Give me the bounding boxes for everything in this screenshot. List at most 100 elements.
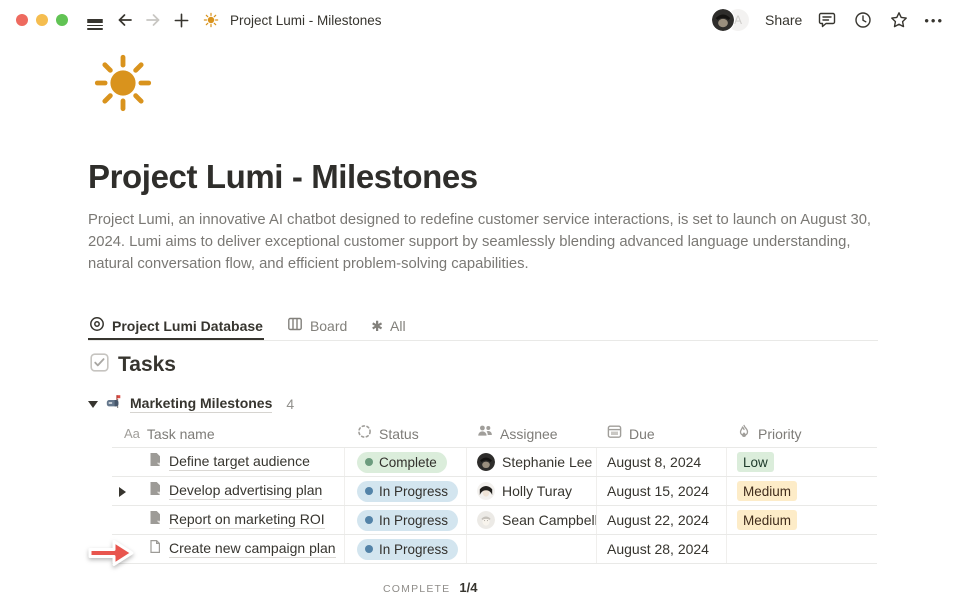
due-cell[interactable]: August 15, 2024	[597, 477, 727, 505]
view-tabs: Project Lumi Database Board ✱ All	[88, 311, 878, 341]
column-due[interactable]: Due	[597, 420, 727, 447]
task-cell[interactable]: Develop advertising plan	[112, 477, 345, 505]
priority-tag[interactable]: Low	[737, 452, 774, 472]
zoom-window-button[interactable]	[56, 14, 68, 26]
collaborator-avatars[interactable]: A	[711, 8, 751, 32]
share-button[interactable]: Share	[765, 12, 802, 28]
forward-icon[interactable]	[142, 9, 164, 31]
priority-tag[interactable]: Medium	[737, 510, 797, 530]
status-cell[interactable]: In Progress	[345, 535, 467, 563]
favorite-star-icon[interactable]	[888, 9, 910, 31]
tab-label: Board	[310, 318, 347, 334]
status-dot-icon	[365, 487, 373, 495]
table-body: Define target audience Complete Stephani…	[112, 448, 877, 564]
assignee-cell-empty[interactable]	[467, 535, 597, 563]
column-priority[interactable]: Priority	[727, 420, 877, 447]
priority-cell[interactable]: Medium	[727, 477, 877, 505]
tab-project-lumi-database[interactable]: Project Lumi Database	[88, 311, 264, 340]
column-task-name[interactable]: Aa Task name	[112, 420, 345, 447]
history-clock-icon[interactable]	[852, 9, 874, 31]
tasks-table: Aa Task name Status Assignee Due	[112, 420, 877, 564]
calendar-icon	[607, 424, 622, 444]
status-dot-icon	[365, 516, 373, 524]
table-header-row: Aa Task name Status Assignee Due	[112, 420, 877, 448]
minimize-window-button[interactable]	[36, 14, 48, 26]
due-cell[interactable]: August 22, 2024	[597, 506, 727, 534]
priority-cell-empty[interactable]	[727, 535, 877, 563]
page-filled-icon	[148, 481, 162, 501]
back-icon[interactable]	[114, 9, 136, 31]
assignee-cell[interactable]: Sean Campbell	[467, 506, 597, 534]
status-label: In Progress	[379, 484, 448, 499]
assignee-name: Holly Turay	[502, 483, 572, 499]
avatar	[477, 482, 495, 500]
task-title[interactable]: Define target audience	[169, 453, 310, 471]
comments-icon[interactable]	[816, 9, 838, 31]
task-title[interactable]: Develop advertising plan	[169, 482, 322, 500]
task-cell[interactable]: Define target audience	[112, 448, 345, 476]
table-row[interactable]: Create new campaign plan In Progress Aug…	[112, 535, 877, 564]
titlebar: Project Lumi - Milestones A Share •••	[0, 0, 960, 40]
group-row-marketing-milestones: Marketing Milestones 4	[88, 394, 294, 414]
collapse-triangle-icon[interactable]	[88, 401, 98, 408]
footer-label: COMPLETE	[383, 583, 450, 595]
due-date: August 28, 2024	[607, 541, 709, 557]
task-cell[interactable]: Report on marketing ROI	[112, 506, 345, 534]
task-title[interactable]: Report on marketing ROI	[169, 511, 325, 529]
people-icon	[477, 423, 493, 444]
table-footer-calculation[interactable]: COMPLETE 1/4	[383, 580, 477, 595]
table-row[interactable]: Define target audience Complete Stephani…	[112, 448, 877, 477]
task-cell[interactable]: Create new campaign plan	[112, 535, 345, 563]
status-badge[interactable]: In Progress	[357, 539, 458, 560]
avatar	[477, 453, 495, 471]
status-badge[interactable]: Complete	[357, 452, 447, 473]
table-row[interactable]: Develop advertising plan In Progress Hol…	[112, 477, 877, 506]
breadcrumb[interactable]: Project Lumi - Milestones	[230, 13, 382, 28]
column-status[interactable]: Status	[345, 420, 467, 447]
due-cell[interactable]: August 28, 2024	[597, 535, 727, 563]
column-assignee[interactable]: Assignee	[467, 420, 597, 447]
board-columns-icon	[287, 316, 303, 335]
status-dot-icon	[365, 458, 373, 466]
column-label: Assignee	[500, 426, 558, 442]
table-row[interactable]: Report on marketing ROI In Progress Sean…	[112, 506, 877, 535]
due-date: August 15, 2024	[607, 483, 709, 499]
new-page-icon[interactable]	[170, 9, 192, 31]
column-label: Priority	[758, 426, 802, 442]
status-cell[interactable]: In Progress	[345, 506, 467, 534]
due-cell[interactable]: August 8, 2024	[597, 448, 727, 476]
due-date: August 8, 2024	[607, 454, 701, 470]
more-options-icon[interactable]: •••	[924, 13, 944, 28]
avatar	[711, 8, 735, 32]
tab-board[interactable]: Board	[286, 311, 348, 340]
sidebar-toggle-icon[interactable]	[84, 9, 106, 31]
page-outline-icon	[148, 539, 162, 559]
assignee-name: Stephanie Lee	[502, 454, 592, 470]
assignee-cell[interactable]: Holly Turay	[467, 477, 597, 505]
group-name[interactable]: Marketing Milestones	[130, 395, 272, 413]
priority-tag[interactable]: Medium	[737, 481, 797, 501]
footer-value: 1/4	[459, 580, 477, 595]
notion-window: Project Lumi - Milestones A Share •••	[0, 0, 960, 600]
group-count: 4	[286, 396, 294, 412]
assignee-cell[interactable]: Stephanie Lee	[467, 448, 597, 476]
status-badge[interactable]: In Progress	[357, 510, 458, 531]
expand-triangle-icon[interactable]	[119, 487, 126, 497]
priority-cell[interactable]: Medium	[727, 506, 877, 534]
status-cell[interactable]: In Progress	[345, 477, 467, 505]
priority-cell[interactable]: Low	[727, 448, 877, 476]
status-dot-icon	[365, 545, 373, 553]
checkbox-icon	[90, 353, 109, 377]
status-cell[interactable]: Complete	[345, 448, 467, 476]
page-filled-icon	[148, 452, 162, 472]
close-window-button[interactable]	[16, 14, 28, 26]
status-badge[interactable]: In Progress	[357, 481, 458, 502]
page-sun-icon[interactable]	[92, 52, 154, 114]
task-title[interactable]: Create new campaign plan	[169, 540, 336, 558]
tab-label: All	[390, 318, 406, 334]
column-label: Due	[629, 426, 655, 442]
tab-all[interactable]: ✱ All	[370, 311, 406, 340]
page-title: Project Lumi - Milestones	[88, 158, 478, 196]
mailbox-emoji-icon	[106, 394, 122, 415]
spark-asterisk-icon: ✱	[371, 319, 383, 333]
